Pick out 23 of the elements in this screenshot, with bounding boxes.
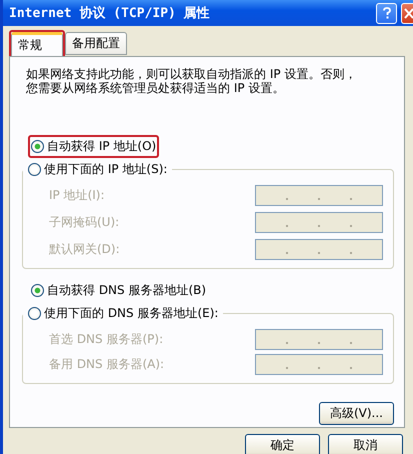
radio-label[interactable]: 自动获得 DNS 服务器地址(B) bbox=[47, 282, 206, 299]
radio-button[interactable] bbox=[31, 284, 44, 297]
radio-label[interactable]: 使用下面的 DNS 服务器地址(E): bbox=[44, 305, 218, 322]
window-title: Internet 协议 (TCP/IP) 属性 bbox=[9, 4, 211, 22]
dialog-button[interactable]: 确定 bbox=[245, 434, 320, 454]
radio-button[interactable] bbox=[31, 140, 44, 153]
radio-label[interactable]: 使用下面的 IP 地址(S): bbox=[44, 161, 168, 178]
close-button[interactable] bbox=[401, 2, 413, 24]
radio-label[interactable]: 自动获得 IP 地址(O) bbox=[47, 138, 156, 155]
field-label: 子网掩码(U): bbox=[49, 214, 120, 231]
field-label: 首选 DNS 服务器(P): bbox=[49, 331, 164, 348]
question-mark-icon bbox=[382, 7, 390, 19]
tab[interactable]: 备用配置 bbox=[65, 32, 127, 55]
tab[interactable]: 常规 bbox=[11, 32, 63, 58]
field-label: 默认网关(D): bbox=[49, 241, 120, 258]
description-text: 如果网络支持此功能，则可以获取自动指派的 IP 设置。否则，您需要从网络系统管理员处获得适当的 IP 设置。 bbox=[26, 67, 358, 95]
field-label: IP 地址(I): bbox=[49, 187, 105, 204]
radio-button[interactable] bbox=[28, 307, 41, 320]
advanced-button[interactable]: 高级(V)... bbox=[319, 402, 394, 425]
field-label: 备用 DNS 服务器(A): bbox=[49, 356, 164, 373]
radio-button[interactable] bbox=[28, 163, 41, 176]
dialog-button[interactable]: 取消 bbox=[328, 434, 403, 454]
help-button[interactable] bbox=[376, 2, 397, 24]
